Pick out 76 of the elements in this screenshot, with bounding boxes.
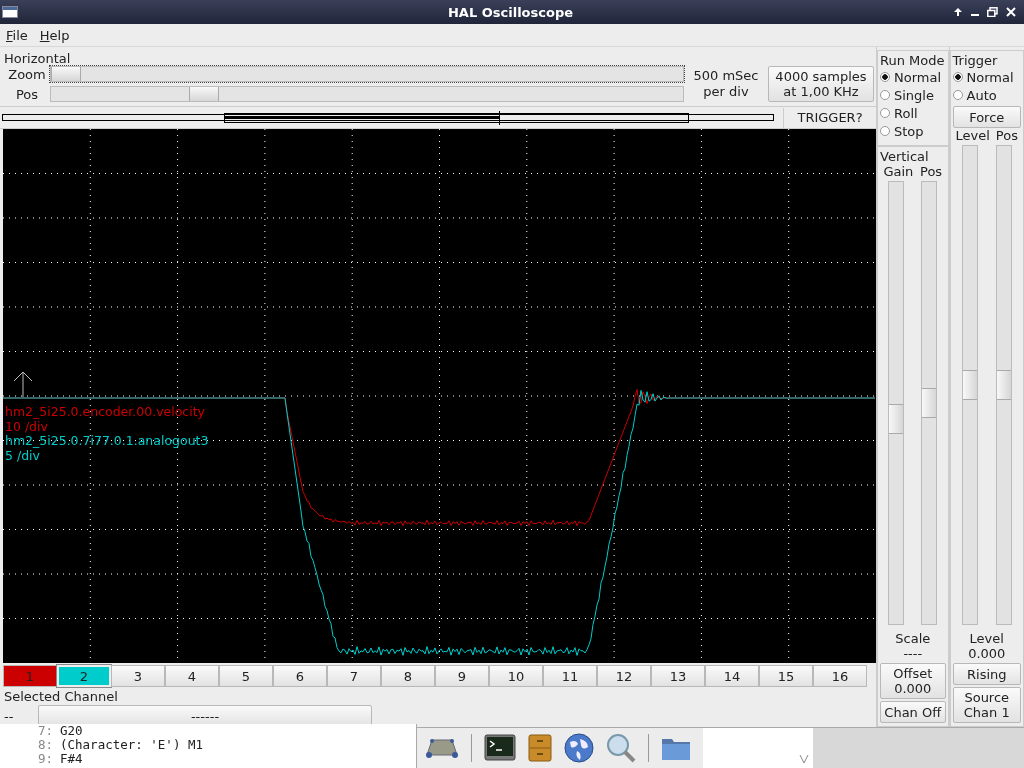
scale-label: Scale bbox=[894, 631, 932, 646]
close-icon[interactable] bbox=[1006, 7, 1016, 17]
window-title: HAL Oscilloscope bbox=[446, 4, 574, 20]
channel-button[interactable]: 10 bbox=[489, 665, 543, 687]
trace-scale: 5 /div bbox=[5, 448, 40, 463]
channel-button[interactable]: 4 bbox=[165, 665, 219, 687]
channel-button[interactable]: 3 bbox=[111, 665, 165, 687]
desktop-icon[interactable] bbox=[425, 737, 459, 759]
channel-button[interactable]: 8 bbox=[381, 665, 435, 687]
filing-cabinet-icon[interactable] bbox=[528, 734, 552, 762]
trace-name: hm2_5i25.0.7i77.0.1.analogout3 bbox=[5, 434, 209, 449]
channel-name-button[interactable]: ------ bbox=[38, 705, 372, 727]
group-title: Horizontal bbox=[4, 51, 71, 66]
source-button[interactable]: Source Chan 1 bbox=[952, 687, 1021, 723]
line-number: 8: bbox=[38, 738, 52, 752]
position-slider[interactable] bbox=[921, 181, 938, 625]
level-value: 0.000 bbox=[967, 646, 1007, 661]
trace-scale: 10 /div bbox=[5, 419, 48, 434]
channel-button[interactable]: 14 bbox=[705, 665, 759, 687]
menu-item[interactable]: File bbox=[6, 27, 28, 43]
channel-button[interactable]: 15 bbox=[759, 665, 813, 687]
channel-button[interactable]: 6 bbox=[273, 665, 327, 687]
trace-name: hm2_5i25.0.encoder.00.velocity bbox=[5, 405, 206, 420]
channel-button[interactable]: 7 bbox=[327, 665, 381, 687]
slider-label: Zoom bbox=[7, 66, 47, 82]
edge-button[interactable]: Rising bbox=[952, 663, 1021, 685]
window-menu-icon[interactable] bbox=[2, 6, 18, 18]
group-title: Run Mode bbox=[880, 54, 946, 68]
line-number: 7: bbox=[38, 724, 52, 738]
channel-button[interactable]: 12 bbox=[597, 665, 651, 687]
channel-button[interactable]: 9 bbox=[435, 665, 489, 687]
shade-window-icon[interactable] bbox=[953, 7, 963, 17]
force-button[interactable]: Force bbox=[952, 106, 1021, 128]
code-line: (Character: 'E') M1 bbox=[60, 738, 203, 752]
globe-icon[interactable] bbox=[564, 733, 594, 763]
trigger-level-marker-icon bbox=[13, 371, 33, 397]
line-number: 9: bbox=[38, 752, 52, 766]
terminal-icon[interactable] bbox=[484, 734, 516, 762]
slider-label: Pos bbox=[14, 86, 40, 102]
channel-button[interactable]: 16 bbox=[813, 665, 867, 687]
group-title: Trigger bbox=[952, 54, 999, 68]
offset-button[interactable]: Offset 0.000 bbox=[880, 663, 946, 699]
maximize-icon[interactable] bbox=[987, 7, 998, 17]
code-line: G20 bbox=[60, 724, 83, 738]
trigger-mode-radio[interactable]: Auto bbox=[952, 86, 1021, 104]
level-label: Level bbox=[968, 631, 1005, 646]
taskbar-field[interactable] bbox=[703, 728, 813, 768]
position-slider[interactable] bbox=[50, 86, 684, 102]
trigger-level-slider[interactable] bbox=[961, 145, 978, 625]
slider-label: Pos bbox=[995, 128, 1018, 143]
time-per-division: 500 mSec per div bbox=[692, 68, 760, 100]
group-title: Vertical bbox=[880, 150, 930, 164]
run-mode-radio[interactable]: Normal bbox=[880, 68, 946, 86]
channel-button[interactable]: 13 bbox=[651, 665, 705, 687]
run-mode-radio[interactable]: Stop bbox=[880, 122, 946, 140]
trigger-mode-radio[interactable]: Normal bbox=[952, 68, 1021, 86]
slider-label: Level bbox=[955, 128, 990, 143]
menu-item[interactable]: Help bbox=[39, 27, 70, 43]
slider-label: Pos bbox=[920, 164, 943, 179]
search-icon[interactable] bbox=[606, 733, 636, 763]
scale-value: ---- bbox=[902, 646, 924, 661]
zoom-slider[interactable] bbox=[50, 66, 684, 82]
run-mode-radio[interactable]: Single bbox=[880, 86, 946, 104]
gain-slider[interactable] bbox=[888, 181, 905, 625]
run-mode-radio[interactable]: Roll bbox=[880, 104, 946, 122]
group-title: Selected Channel bbox=[4, 689, 118, 704]
samples-button[interactable]: 4000 samples at 1,00 KHz bbox=[768, 66, 874, 102]
channel-number: -- bbox=[4, 708, 15, 724]
trigger-position-slider[interactable] bbox=[995, 145, 1012, 625]
trigger-status: TRIGGER? bbox=[783, 107, 876, 128]
slider-label: Gain bbox=[883, 164, 914, 179]
channel-button[interactable]: 11 bbox=[543, 665, 597, 687]
channel-button[interactable]: 2 bbox=[57, 665, 111, 687]
channel-off-button[interactable]: Chan Off bbox=[880, 701, 946, 723]
code-line: F#4 bbox=[60, 752, 83, 766]
channel-button[interactable]: 5 bbox=[219, 665, 273, 687]
